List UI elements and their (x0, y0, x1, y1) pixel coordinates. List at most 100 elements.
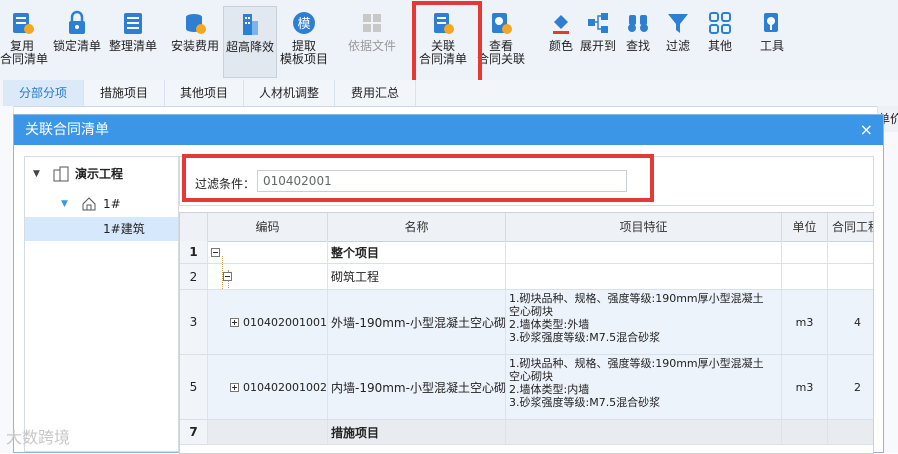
basis-file-icon (359, 10, 385, 36)
tools-button[interactable]: 工具 (756, 6, 788, 76)
filter-label: 过滤 (665, 39, 690, 53)
basis-file-button[interactable]: 依据文件 (344, 6, 400, 76)
collapse-icon[interactable] (211, 247, 220, 257)
close-icon[interactable]: × (860, 115, 873, 145)
super-high-label: 超高降效 (225, 40, 274, 54)
row-number: 5 (180, 355, 208, 419)
super-high-button[interactable]: 超高降效 (223, 6, 277, 78)
name-cell: 整个项目 (328, 241, 506, 263)
collapse-arrow-icon[interactable]: ▼ (33, 162, 40, 186)
table-row[interactable]: 7 措施项目 (180, 420, 873, 445)
code-cell (208, 241, 328, 263)
row-number: 1 (180, 241, 208, 263)
color-button[interactable]: 颜色 (542, 6, 580, 76)
tree-node-leaf[interactable]: 1#建筑 (25, 217, 178, 241)
list-organize-icon (120, 10, 146, 36)
paint-bucket-icon (548, 10, 574, 36)
column-header-features[interactable]: 项目特征 (506, 213, 782, 241)
organize-list-label: 整理清单 (108, 39, 157, 53)
row-number: 7 (180, 420, 208, 444)
tab-items[interactable]: 分部分项 (3, 80, 84, 106)
toolbar-highlight-box (412, 1, 482, 92)
grid-icon (707, 10, 733, 36)
unit-cell (782, 241, 828, 263)
table-row[interactable]: 2 砌筑工程 (180, 264, 873, 290)
expand-to-button[interactable]: 展开到 (578, 6, 618, 76)
contract-list-grid: 编码 名称 项目特征 单位 合同工程量 1 整个项目 2 (179, 212, 874, 454)
watermark: 大数跨境 (6, 428, 71, 447)
dialog-title-bar: 关联合同清单 × (14, 115, 883, 145)
project-tree: ▼ 演示工程 ▼ 1# 1#建筑 (24, 156, 179, 452)
column-header-unit[interactable]: 单位 (782, 213, 828, 241)
reuse-contract-button[interactable]: 复用 合同清单 (0, 6, 48, 76)
building-icon (237, 11, 263, 37)
quantity-cell (828, 264, 873, 289)
unit-cell: m3 (782, 355, 828, 419)
install-cost-icon (182, 10, 208, 36)
table-row[interactable]: 5 010402001002 内墙-190mm-小型混凝土空心砌块 1.砌块品种… (180, 355, 873, 420)
features-cell: 1.砌块品种、规格、强度等级:190mm厚小型混凝土 空心砌块 2.墙体类型:外… (506, 290, 782, 354)
feature-line: 3.砂浆强度等级:M7.5混合砂浆 (509, 396, 661, 409)
feature-line: 1.砌块品种、规格、强度等级:190mm厚小型混凝土 (509, 357, 764, 370)
tree-node-child[interactable]: ▼ 1# (25, 192, 178, 216)
reuse-icon (9, 10, 35, 36)
view-contract-link-button[interactable]: 查看 合同关联 (474, 6, 528, 76)
tree-root-label: 演示工程 (75, 167, 124, 181)
column-header-quantity[interactable]: 合同工程量 (828, 213, 873, 241)
feature-line: 1.砌块品种、规格、强度等级:190mm厚小型混凝土 (509, 292, 764, 305)
organize-list-button[interactable]: 整理清单 (106, 6, 160, 76)
svg-text:模: 模 (297, 17, 310, 32)
collapse-icon[interactable] (223, 272, 232, 281)
filter-highlight-box (182, 154, 654, 202)
collapse-arrow-icon[interactable]: ▼ (61, 192, 68, 216)
feature-line: 2.墙体类型:内墙 (509, 383, 590, 396)
lock-list-button[interactable]: 锁定清单 (50, 6, 104, 76)
color-label: 颜色 (548, 39, 573, 53)
grid-header: 编码 名称 项目特征 单位 合同工程量 (180, 213, 873, 242)
tools-label: 工具 (759, 39, 784, 53)
tab-cost-summary[interactable]: 费用汇总 (335, 80, 416, 106)
expand-icon[interactable] (230, 382, 239, 392)
other-button[interactable]: 其他 (704, 6, 736, 76)
features-cell: 1.砌块品种、规格、强度等级:190mm厚小型混凝土 空心砌块 2.墙体类型:内… (506, 355, 782, 419)
install-cost-button[interactable]: 安装费用 (168, 6, 222, 76)
tree-node-root[interactable]: ▼ 演示工程 (25, 162, 178, 186)
quantity-cell: 4 (828, 290, 873, 354)
quantity-cell (828, 420, 873, 444)
expand-to-label: 展开到 (579, 39, 616, 53)
extract-template-button[interactable]: 模 提取 模板项目 (278, 6, 330, 76)
tab-measures[interactable]: 措施项目 (84, 80, 165, 106)
tab-material-adjust[interactable]: 人材机调整 (244, 80, 335, 106)
find-button[interactable]: 查找 (623, 6, 653, 76)
code-value: 010402001001 (243, 315, 327, 329)
tree-leaf-label: 1#建筑 (103, 222, 145, 236)
expand-icon[interactable] (230, 317, 239, 327)
column-header-code[interactable]: 编码 (208, 213, 328, 241)
filter-button[interactable]: 过滤 (662, 6, 694, 76)
lock-icon (64, 10, 90, 36)
building-tree-icon (53, 166, 69, 190)
code-cell: 010402001002 (208, 355, 328, 419)
code-cell (208, 420, 328, 444)
name-cell: 措施项目 (328, 420, 506, 444)
main-tabs: 分部分项 措施项目 其他项目 人材机调整 费用汇总 (0, 80, 898, 107)
view-link-label-2: 合同关联 (476, 52, 525, 66)
background-grid-left (0, 106, 14, 453)
quantity-cell: 2 (828, 355, 873, 419)
code-cell (208, 264, 328, 289)
quantity-cell (828, 241, 873, 263)
column-header-name[interactable]: 名称 (328, 213, 506, 241)
funnel-icon (665, 10, 691, 36)
tab-other[interactable]: 其他项目 (165, 80, 244, 106)
features-cell (506, 241, 782, 263)
name-cell: 外墙-190mm-小型混凝土空心砌块 (328, 290, 506, 354)
feature-line: 3.砂浆强度等级:M7.5混合砂浆 (509, 331, 661, 344)
table-row[interactable]: 1 整个项目 (180, 241, 873, 264)
table-row[interactable]: 3 010402001001 外墙-190mm-小型混凝土空心砌块 1.砌块品种… (180, 290, 873, 355)
row-number: 2 (180, 264, 208, 289)
extract-label-2: 模板项目 (279, 52, 328, 66)
tree-child-label: 1# (103, 197, 121, 211)
feature-line: 空心砌块 (509, 370, 553, 383)
template-icon: 模 (291, 10, 317, 36)
basis-file-label: 依据文件 (347, 39, 396, 53)
